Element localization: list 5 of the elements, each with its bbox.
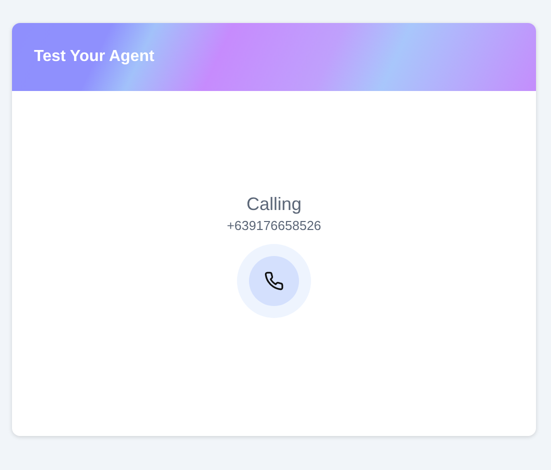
phone-number: +639176658526 [226, 218, 322, 232]
phone-icon [264, 270, 284, 290]
card-title: Test Your Agent [34, 48, 154, 66]
call-status: Calling [246, 194, 302, 214]
call-button[interactable] [249, 256, 299, 306]
